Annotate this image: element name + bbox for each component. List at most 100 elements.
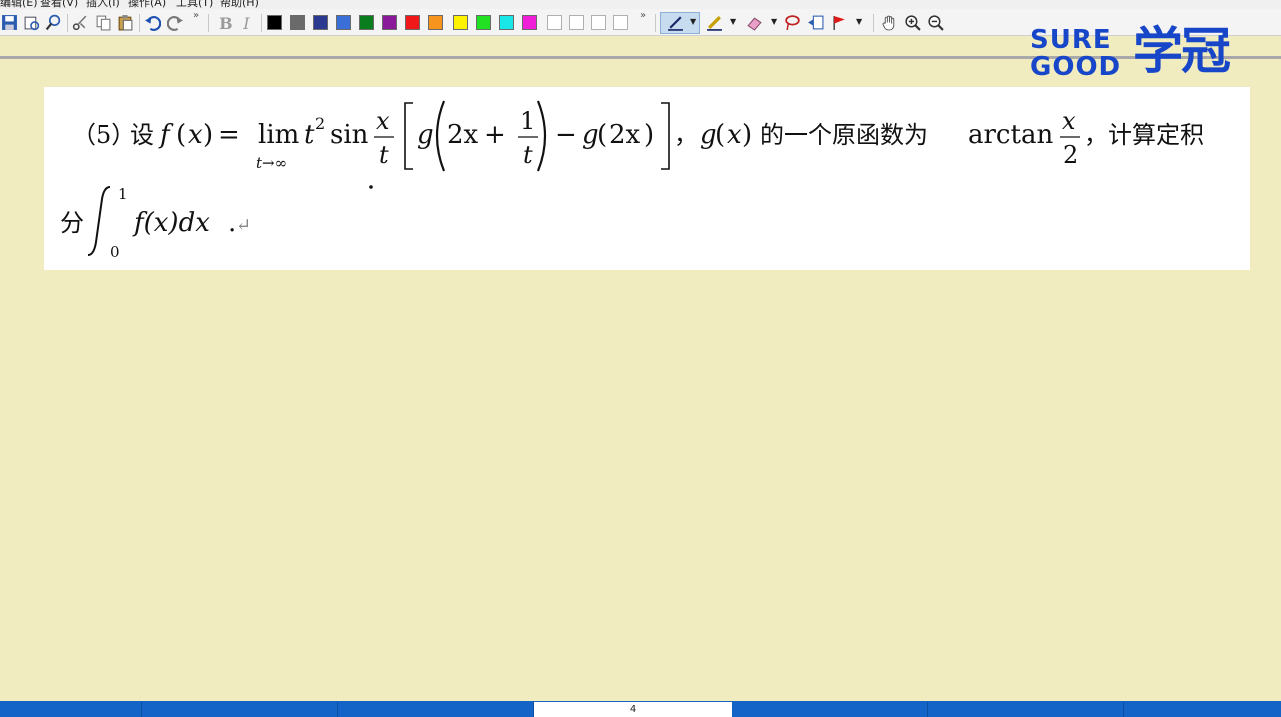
status-segment (1124, 702, 1281, 717)
color-swatch[interactable] (453, 15, 468, 30)
menu-edit[interactable]: 编辑(E) (0, 0, 38, 9)
she-text: 设 (130, 121, 154, 149)
svg-text:B: B (219, 14, 232, 31)
integrand: f(x)dx (132, 208, 210, 238)
svg-text:(: ( (715, 120, 725, 150)
line2-prefix: 分 (60, 209, 84, 237)
highlighter-dropdown-icon[interactable]: ▼ (730, 17, 736, 26)
svg-text:−: − (555, 120, 577, 150)
flag-dropdown-icon[interactable]: ▼ (856, 17, 862, 26)
svg-text:2: 2 (315, 114, 325, 133)
menu-bar: 编辑(E) 查看(V) 插入(I) 操作(A) 工具(T) 帮助(H) (0, 0, 1281, 9)
custom-color-swatch[interactable] (591, 15, 606, 30)
italic-icon[interactable]: I (238, 13, 257, 32)
status-segment (142, 702, 338, 717)
svg-text:，: ， (674, 121, 698, 149)
print-preview-icon[interactable] (22, 13, 41, 32)
compute-text: ，计算定积 (1084, 121, 1204, 149)
lim-operator: lim (258, 120, 299, 150)
status-segment (732, 702, 928, 717)
svg-text:t: t (379, 141, 389, 169)
undo-icon[interactable] (143, 13, 162, 32)
custom-color-swatch[interactable] (547, 15, 562, 30)
search-icon[interactable] (44, 13, 63, 32)
color-swatch[interactable] (359, 15, 374, 30)
integral-lower: 0 (110, 243, 120, 261)
problem-card: （5） 设 f ( x ) = lim t→∞ t 2 sin x t g 2x… (44, 87, 1250, 270)
zoom-in-icon[interactable] (903, 13, 922, 32)
svg-text:x: x (727, 120, 742, 150)
svg-text:): ) (203, 120, 213, 150)
status-bar: 4 (0, 701, 1281, 717)
logo-chinese: 学冠 (1133, 22, 1231, 80)
menu-help[interactable]: 帮助(H) (220, 0, 259, 9)
integral-upper: 1 (118, 185, 128, 203)
color-swatch[interactable] (313, 15, 328, 30)
color-swatch[interactable] (522, 15, 537, 30)
original-function-text: 的一个原函数为 (760, 121, 928, 149)
logo-text-line2: GOOD (1030, 52, 1122, 82)
svg-text:2x: 2x (447, 120, 479, 150)
custom-color-swatch[interactable] (613, 15, 628, 30)
insert-space-icon[interactable] (806, 13, 825, 32)
bold-icon[interactable]: B (216, 13, 235, 32)
cut-icon[interactable] (71, 13, 90, 32)
svg-text:1: 1 (520, 107, 535, 135)
svg-text:I: I (242, 14, 250, 31)
svg-text:): ) (644, 120, 654, 150)
svg-text:x: x (1062, 107, 1076, 135)
color-swatch[interactable] (428, 15, 443, 30)
color-swatch[interactable] (405, 15, 420, 30)
menu-insert[interactable]: 插入(I) (86, 0, 120, 9)
color-swatch[interactable] (290, 15, 305, 30)
custom-color-swatch[interactable] (569, 15, 584, 30)
color-swatch[interactable] (336, 15, 351, 30)
menu-tools[interactable]: 工具(T) (176, 0, 213, 9)
svg-text:x: x (188, 120, 203, 150)
flag-icon[interactable] (830, 13, 849, 32)
svg-text:t: t (304, 120, 315, 150)
svg-text:=: = (218, 120, 240, 150)
save-icon[interactable] (0, 13, 19, 32)
svg-text:(: ( (176, 120, 186, 150)
zoom-out-icon[interactable] (926, 13, 945, 32)
svg-text:(: ( (597, 120, 607, 150)
color-swatch[interactable] (499, 15, 514, 30)
eraser-dropdown-icon[interactable]: ▼ (771, 17, 777, 26)
color-swatch[interactable] (267, 15, 282, 30)
pen-icon[interactable] (666, 13, 685, 32)
highlighter-icon[interactable] (705, 13, 724, 32)
logo-text-line1: SURE (1030, 25, 1112, 55)
svg-text:arctan: arctan (968, 120, 1053, 150)
lim-subscript: t→∞ (256, 154, 287, 172)
svg-text:f: f (158, 120, 174, 150)
status-segment (0, 702, 142, 717)
lasso-icon[interactable] (783, 13, 802, 32)
svg-text:): ) (742, 120, 752, 150)
svg-text:g: g (417, 120, 434, 150)
status-segment (928, 702, 1124, 717)
redo-icon[interactable] (166, 13, 185, 32)
menu-actions[interactable]: 操作(A) (128, 0, 166, 9)
page-number: 4 (629, 704, 637, 715)
eraser-icon[interactable] (745, 13, 764, 32)
toolbar-overflow-icon-2[interactable]: » (640, 10, 646, 21)
status-segment (338, 702, 534, 717)
color-swatch[interactable] (476, 15, 491, 30)
color-swatch[interactable] (382, 15, 397, 30)
toolbar-overflow-icon[interactable]: » (193, 10, 199, 21)
return-mark: ↵ (236, 215, 251, 236)
hand-pan-icon[interactable] (880, 13, 899, 32)
problem-number: （5） (72, 121, 135, 149)
svg-text:x: x (376, 107, 390, 135)
svg-text:+: + (484, 120, 506, 150)
copy-icon[interactable] (94, 13, 113, 32)
svg-text:2x: 2x (609, 120, 641, 150)
problem-math: （5） 设 f ( x ) = lim t→∞ t 2 sin x t g 2x… (60, 100, 1204, 261)
svg-text:2: 2 (1063, 141, 1078, 169)
brand-logo: SURE GOOD 学冠 (1030, 22, 1260, 85)
menu-view[interactable]: 查看(V) (40, 0, 78, 9)
svg-text:t: t (523, 141, 533, 169)
pen-dropdown-icon[interactable]: ▼ (690, 17, 696, 26)
paste-icon[interactable] (116, 13, 135, 32)
